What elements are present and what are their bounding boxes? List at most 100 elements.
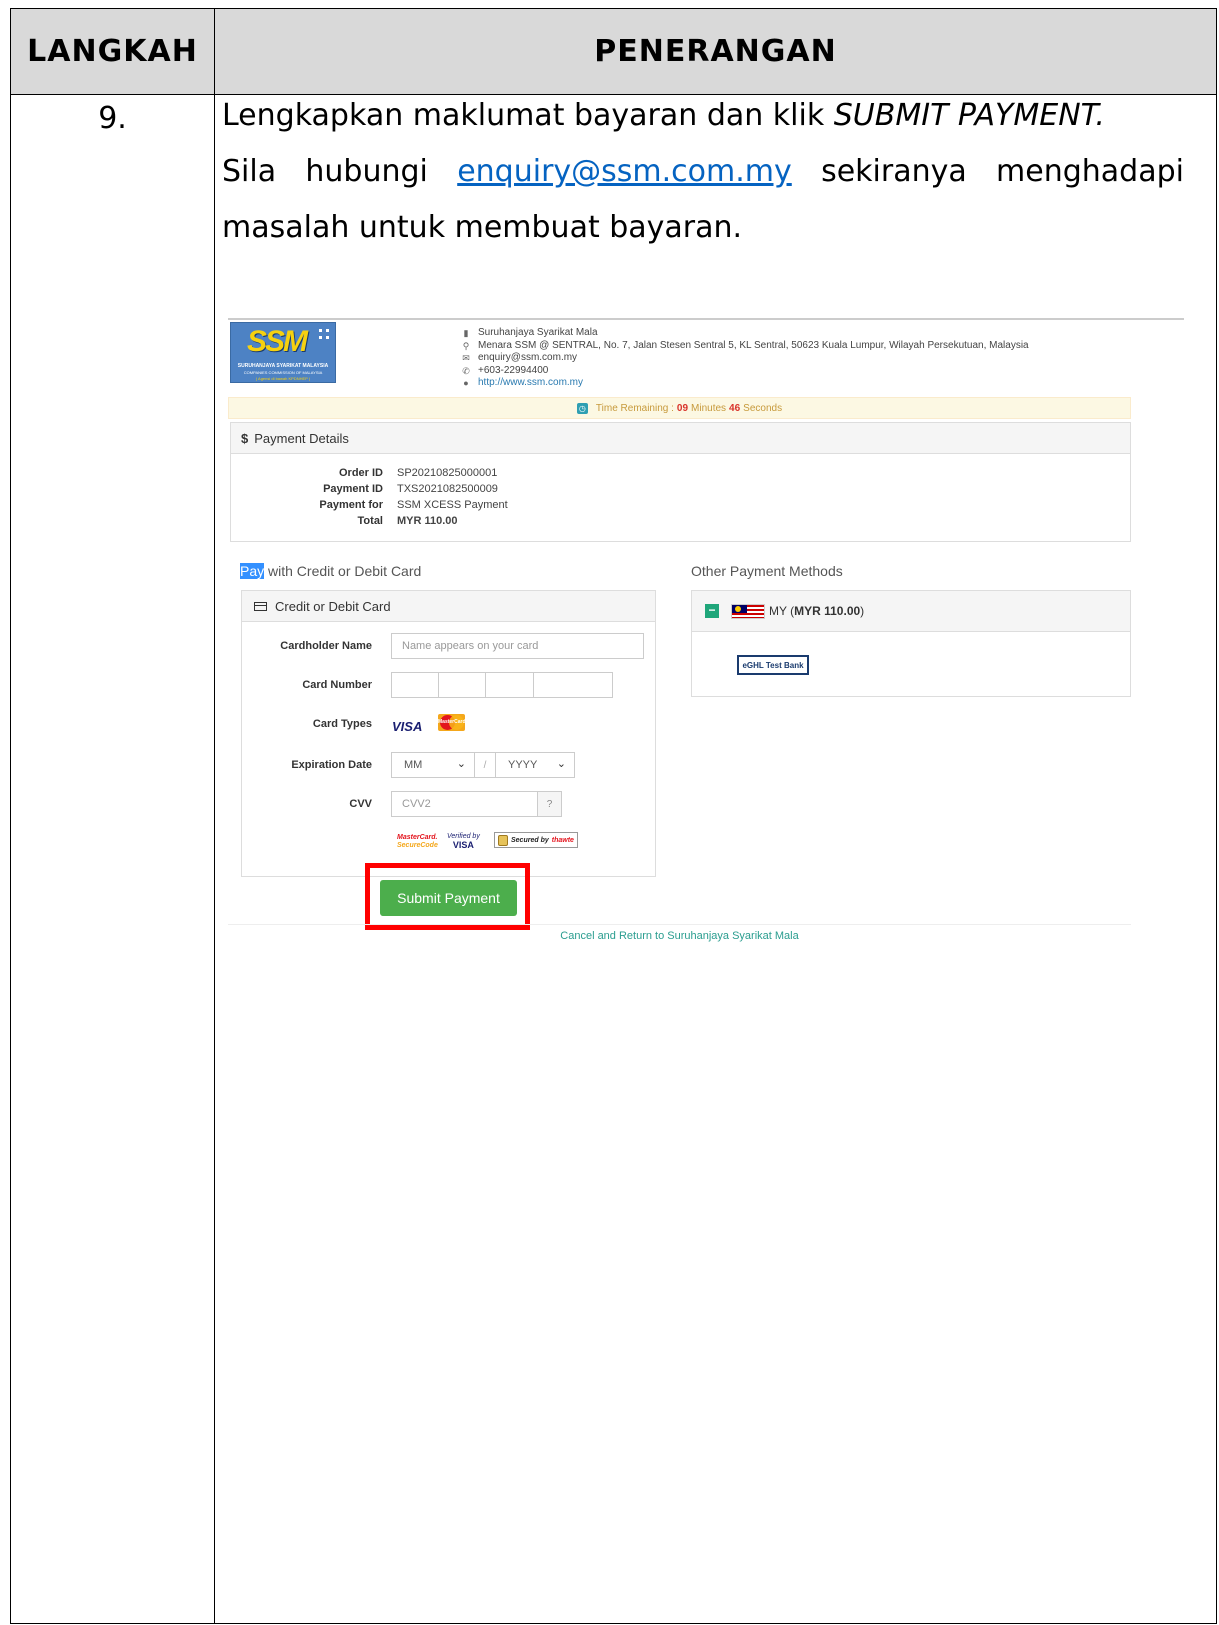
- expiry-month-select[interactable]: MM ⌄: [391, 752, 475, 778]
- desc-line-2-pre: Sila hubungi: [222, 154, 458, 189]
- detail-value: MYR 110.00: [397, 515, 458, 527]
- timer-seconds-label: Seconds: [743, 402, 783, 414]
- company-phone: +603-22994400: [478, 364, 549, 376]
- company-info: ▮ Suruhanjaya Syarikat Mala ⚲ Menara SSM @…: [460, 327, 1029, 390]
- cvv-input[interactable]: CVV2: [391, 791, 538, 817]
- step-number: 9.: [98, 101, 127, 136]
- card-number-label: Card Number: [302, 679, 372, 691]
- chevron-down-icon: ⌄: [456, 758, 466, 770]
- detail-value: TXS2021082500009: [397, 483, 498, 495]
- payment-screenshot: SSM SURUHANJAYA SYARIKAT MALAYSIA COMPAN…: [228, 318, 1184, 958]
- detail-row: Payment for SSM XCESS Payment: [231, 497, 508, 513]
- credit-card-icon: [254, 601, 267, 611]
- pay-with-card-title: Pay with Credit or Debit Card: [240, 563, 421, 579]
- card-number-segment-1[interactable]: [391, 672, 439, 698]
- desc-line-1-text: Lengkapkan maklumat bayaran dan klik: [222, 98, 834, 133]
- thawte-badge: Secured by thawte: [494, 832, 578, 848]
- badge-mc-line2: SecureCode: [397, 842, 438, 849]
- detail-row: Payment ID TXS2021082500009: [231, 481, 508, 497]
- globe-icon: ●: [463, 378, 469, 388]
- logo-subtitle-3: ( Agensi di bawah KPDNHEP ): [255, 376, 311, 381]
- company-email-row: ✉ enquiry@ssm.com.my: [460, 352, 1029, 365]
- envelope-icon: ✉: [462, 353, 470, 363]
- expiry-label: Expiration Date: [291, 759, 372, 771]
- company-address: Menara SSM @ SENTRAL, No. 7, Jalan Stese…: [478, 339, 1029, 351]
- country-close: ): [860, 604, 865, 618]
- dollar-icon: $: [241, 430, 249, 446]
- payment-details-rows: Order ID SP20210825000001 Payment ID TXS20…: [231, 465, 508, 529]
- other-methods-header[interactable]: − MY (MYR 110.00): [692, 591, 1130, 632]
- detail-row: Order ID SP20210825000001: [231, 465, 508, 481]
- detail-key: Payment ID: [323, 483, 383, 495]
- timer-seconds: 46: [729, 402, 741, 414]
- eghl-test-bank-button[interactable]: eGHL Test Bank: [737, 655, 809, 675]
- expiry-separator: /: [474, 752, 496, 778]
- payment-details-title: Payment Details: [254, 430, 349, 446]
- map-marker-icon: ⚲: [462, 340, 470, 351]
- country-amount: MYR 110.00: [794, 604, 861, 618]
- expiry-month-value: MM: [404, 759, 423, 771]
- card-number-segment-3[interactable]: [485, 672, 534, 698]
- expiry-year-value: YYYY: [508, 759, 538, 771]
- badge-mc-line1: MasterCard.: [397, 834, 438, 841]
- badge-thawte-brand: thawte: [551, 836, 574, 844]
- other-methods-panel: − MY (MYR 110.00) eGHL Test Bank: [691, 590, 1131, 697]
- highlight-box: [365, 863, 530, 930]
- cardholder-label: Cardholder Name: [280, 640, 372, 652]
- other-payment-methods-title: Other Payment Methods: [691, 563, 843, 579]
- detail-value: SSM XCESS Payment: [397, 499, 508, 511]
- malaysia-flag-icon: [731, 603, 765, 619]
- company-address-row: ⚲ Menara SSM @ SENTRAL, No. 7, Jalan Stes…: [460, 340, 1029, 353]
- screenshot-top-border: [228, 318, 1184, 320]
- ssm-logo: SSM SURUHANJAYA SYARIKAT MALAYSIA COMPAN…: [230, 322, 336, 383]
- desc-line-1: Lengkapkan maklumat bayaran dan klik SUB…: [222, 88, 1184, 144]
- phone-icon: ✆: [462, 365, 470, 376]
- card-types-label: Card Types: [312, 718, 372, 730]
- visa-logo: VISA: [392, 719, 423, 734]
- footer-divider: [228, 924, 1131, 925]
- logo-subtitle-2: COMPANIES COMMISSION OF MALAYSIA: [243, 370, 323, 375]
- header-step: LANGKAH: [11, 9, 215, 94]
- card-form-title: Credit or Debit Card: [275, 598, 391, 614]
- cancel-return-link[interactable]: Cancel and Return to Suruhanjaya Syarika…: [228, 930, 1131, 942]
- mastercard-logo-text: MasterCard: [438, 719, 465, 725]
- clock-icon: ◷: [576, 402, 588, 414]
- time-remaining-bar: ◷ Time Remaining : 09 Minutes 46 Seconds: [228, 397, 1131, 419]
- selected-text-highlight: Pay: [240, 563, 265, 579]
- header-description: PENERANGAN: [594, 34, 837, 69]
- payment-details-panel: $ Payment Details Order ID SP202108250000…: [230, 422, 1131, 542]
- company-phone-row: ✆ +603-22994400: [460, 365, 1029, 378]
- chevron-down-icon: ⌄: [556, 758, 566, 770]
- company-website-row: ● http://www.ssm.com.my: [460, 377, 1029, 390]
- timer-minutes-label: Minutes: [691, 402, 727, 414]
- desc-line-2: Sila hubungi enquiry@ssm.com.my sekirany…: [222, 144, 1184, 200]
- company-name: Suruhanjaya Syarikat Mala: [478, 327, 598, 338]
- country-code: MY (: [769, 604, 795, 618]
- detail-key: Payment for: [319, 499, 383, 511]
- company-email: enquiry@ssm.com.my: [478, 352, 578, 363]
- lock-icon: [498, 834, 508, 846]
- card-number-segment-2[interactable]: [438, 672, 486, 698]
- detail-key: Order ID: [338, 467, 383, 479]
- expiry-year-select[interactable]: YYYY ⌄: [495, 752, 575, 778]
- table-header: LANGKAH PENERANGAN: [11, 9, 1216, 95]
- step-description: Lengkapkan maklumat bayaran dan klik SUB…: [222, 88, 1184, 256]
- question-icon[interactable]: ?: [538, 791, 562, 817]
- card-number-segment-4[interactable]: [533, 672, 613, 698]
- detail-key: Total: [357, 515, 383, 527]
- mastercard-securecode-badge: MasterCard. SecureCode: [397, 834, 438, 850]
- cardholder-name-input[interactable]: Name appears on your card: [391, 633, 644, 659]
- detail-row: Total MYR 110.00: [231, 513, 508, 529]
- verified-by-visa-badge: Verified by VISA: [447, 833, 480, 850]
- logo-subtitle-1: SURUHANJAYA SYARIKAT MALAYSIA: [237, 363, 329, 369]
- card-form-panel: Credit or Debit Card Cardholder Name Nam…: [241, 590, 656, 877]
- company-name-row: ▮ Suruhanjaya Syarikat Mala: [460, 327, 1029, 340]
- badge-thawte-text: Secured by: [511, 836, 549, 844]
- collapse-icon[interactable]: −: [705, 604, 719, 618]
- company-website-link[interactable]: http://www.ssm.com.my: [478, 377, 583, 390]
- timer-label: Time Remaining :: [595, 402, 674, 414]
- timer-minutes: 09: [676, 402, 689, 414]
- pay-title-rest: with Credit or Debit Card: [264, 563, 422, 579]
- enquiry-email-link[interactable]: enquiry@ssm.com.my: [457, 154, 792, 189]
- desc-line-2-post: sekiranya menghadapi: [791, 154, 1184, 189]
